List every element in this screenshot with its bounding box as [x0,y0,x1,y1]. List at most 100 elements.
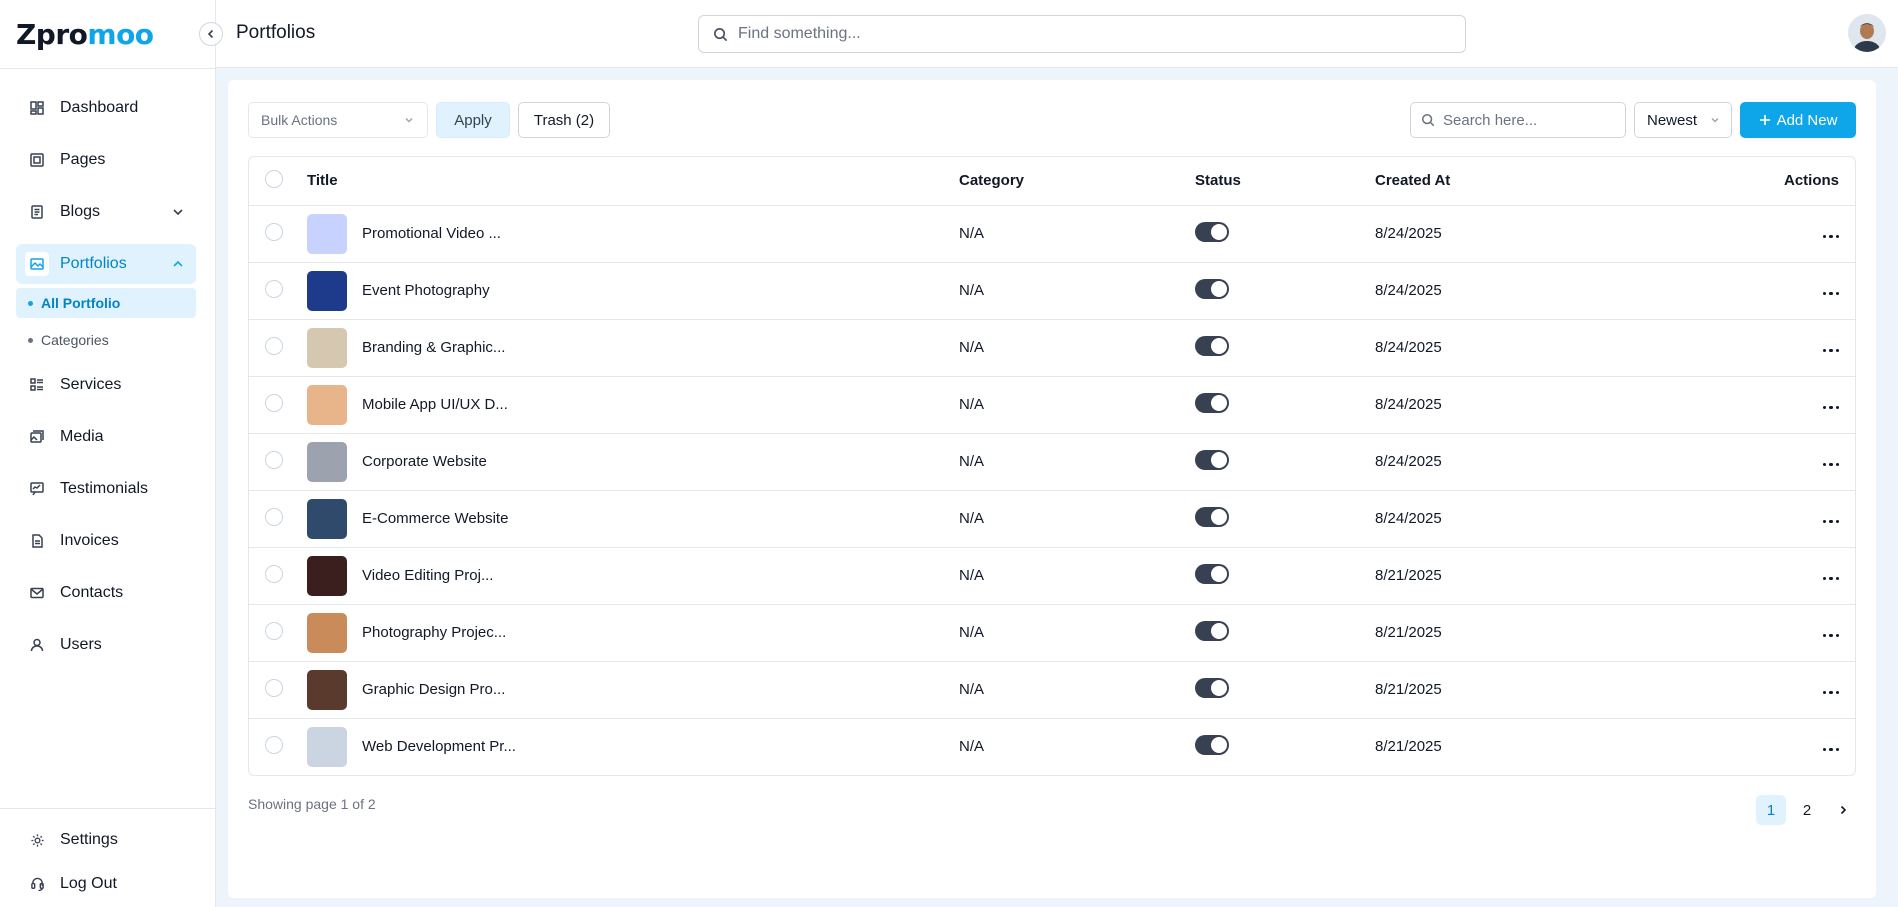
sort-select[interactable]: Newest [1634,102,1732,138]
collapse-sidebar-button[interactable] [199,22,223,46]
status-toggle[interactable] [1195,620,1229,641]
sidebar-item-media[interactable]: Media [16,417,196,457]
sidebar-item-testimonials[interactable]: Testimonials [16,469,196,509]
portfolio-thumbnail [307,327,347,368]
sidebar-item-services[interactable]: Services [16,365,196,405]
more-actions-icon[interactable] [1822,462,1839,466]
sidebar-item-logout[interactable]: Log Out [16,864,196,904]
status-toggle[interactable] [1195,563,1229,584]
sidebar-item-users[interactable]: Users [16,625,196,665]
select-all-checkbox[interactable] [265,169,283,188]
row-checkbox[interactable] [265,450,283,469]
more-actions-icon[interactable] [1822,633,1839,637]
status-toggle[interactable] [1195,335,1229,356]
more-actions-icon[interactable] [1822,291,1839,295]
apply-button[interactable]: Apply [436,102,510,138]
status-toggle[interactable] [1195,677,1229,698]
created-at-cell: 8/24/2025 [1375,376,1675,434]
divider [0,68,216,69]
status-toggle[interactable] [1195,278,1229,299]
title-cell: Photography Projec... [307,604,959,662]
subnav-item-categories[interactable]: Categories [16,325,196,355]
portfolio-title[interactable]: Event Photography [362,282,490,299]
sidebar-item-dashboard[interactable]: Dashboard [16,88,196,128]
sidebar-item-label: Dashboard [60,99,139,116]
status-toggle[interactable] [1195,449,1229,470]
created-at-cell: 8/21/2025 [1375,547,1675,605]
status-toggle[interactable] [1195,221,1229,242]
row-checkbox[interactable] [265,393,283,412]
page-button-1[interactable]: 1 [1756,795,1786,825]
page-button-2[interactable]: 2 [1792,795,1822,825]
media-icon [28,428,46,446]
more-actions-icon[interactable] [1822,690,1839,694]
dashboard-icon [28,99,46,117]
title-cell: Video Editing Proj... [307,547,959,605]
category-cell: N/A [959,661,1195,719]
actions-cell [1675,547,1855,605]
row-checkbox[interactable] [265,336,283,355]
column-header-status[interactable]: Status [1195,157,1375,206]
more-actions-icon[interactable] [1822,234,1839,238]
global-search-input[interactable] [738,25,1438,43]
more-actions-icon[interactable] [1822,576,1839,580]
add-new-label: Add New [1776,111,1838,129]
table-body: Promotional Video ... N/A 8/24/2025 Event P… [249,205,1855,775]
user-icon [28,636,46,654]
table-search-input[interactable] [1443,111,1613,129]
more-actions-icon[interactable] [1822,519,1839,523]
global-search[interactable] [698,15,1466,53]
next-page-button[interactable] [1828,795,1858,825]
row-checkbox[interactable] [265,279,283,298]
portfolio-title[interactable]: Video Editing Proj... [362,567,493,584]
portfolio-thumbnail [307,270,347,311]
status-cell [1195,718,1375,775]
created-at-cell: 8/21/2025 [1375,661,1675,719]
portfolio-title[interactable]: Photography Projec... [362,624,506,641]
subnav-item-all-portfolio[interactable]: All Portfolio [16,288,196,318]
row-select-cell [249,433,307,491]
portfolio-title[interactable]: Graphic Design Pro... [362,681,505,698]
sidebar-item-invoices[interactable]: Invoices [16,521,196,561]
services-icon [28,376,46,394]
row-checkbox[interactable] [265,678,283,697]
add-new-button[interactable]: Add New [1740,102,1856,138]
sidebar-item-pages[interactable]: Pages [16,140,196,180]
portfolio-title[interactable]: Corporate Website [362,453,487,470]
row-checkbox[interactable] [265,222,283,241]
title-cell: Event Photography [307,262,959,320]
trash-button[interactable]: Trash (2) [518,102,610,138]
table-search[interactable] [1410,102,1626,138]
avatar[interactable] [1848,14,1886,52]
portfolio-title[interactable]: Promotional Video ... [362,225,501,242]
sidebar-item-settings[interactable]: Settings [16,820,196,860]
title-cell: Branding & Graphic... [307,319,959,377]
portfolio-title[interactable]: E-Commerce Website [362,510,508,527]
actions-cell [1675,433,1855,491]
actions-cell [1675,718,1855,775]
row-checkbox[interactable] [265,564,283,583]
row-checkbox[interactable] [265,735,283,754]
category-cell: N/A [959,738,985,756]
row-checkbox[interactable] [265,621,283,640]
portfolio-title[interactable]: Mobile App UI/UX D... [362,396,508,413]
more-actions-icon[interactable] [1822,405,1839,409]
sidebar-item-blogs[interactable]: Blogs [16,192,196,232]
status-toggle[interactable] [1195,734,1229,755]
status-toggle[interactable] [1195,392,1229,413]
column-header-created-at[interactable]: Created At [1375,157,1675,206]
status-toggle[interactable] [1195,506,1229,527]
sidebar-item-portfolios[interactable]: Portfolios [16,244,196,284]
sidebar-item-contacts[interactable]: Contacts [16,573,196,613]
logo[interactable]: Zpromoo [16,18,154,51]
portfolio-title[interactable]: Branding & Graphic... [362,339,505,356]
more-actions-icon[interactable] [1822,348,1839,352]
created-at-cell: 8/24/2025 [1375,205,1675,263]
row-checkbox[interactable] [265,507,283,526]
more-actions-icon[interactable] [1822,747,1839,752]
bullet-icon [28,337,33,343]
portfolio-title[interactable]: Web Development Pr... [362,738,516,755]
column-header-category[interactable]: Category [959,157,1195,206]
column-header-title[interactable]: Title [307,157,959,206]
bulk-actions-select[interactable]: Bulk Actions [248,102,428,138]
